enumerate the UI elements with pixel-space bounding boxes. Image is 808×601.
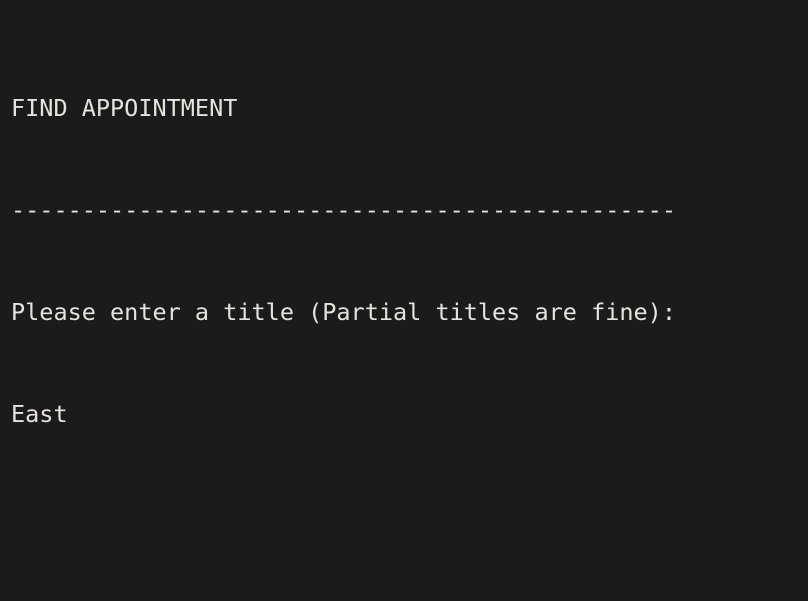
console-output-area: FIND APPOINTMENT -----------------------…: [0, 0, 808, 601]
title-prompt-label: Please enter a title (Partial titles are…: [11, 298, 676, 326]
screen-title: FIND APPOINTMENT: [11, 94, 238, 122]
spacer-line-1: [11, 499, 808, 533]
separator-line-top: ----------------------------------------…: [11, 196, 676, 224]
title-prompt-entered-value[interactable]: East: [11, 397, 808, 431]
